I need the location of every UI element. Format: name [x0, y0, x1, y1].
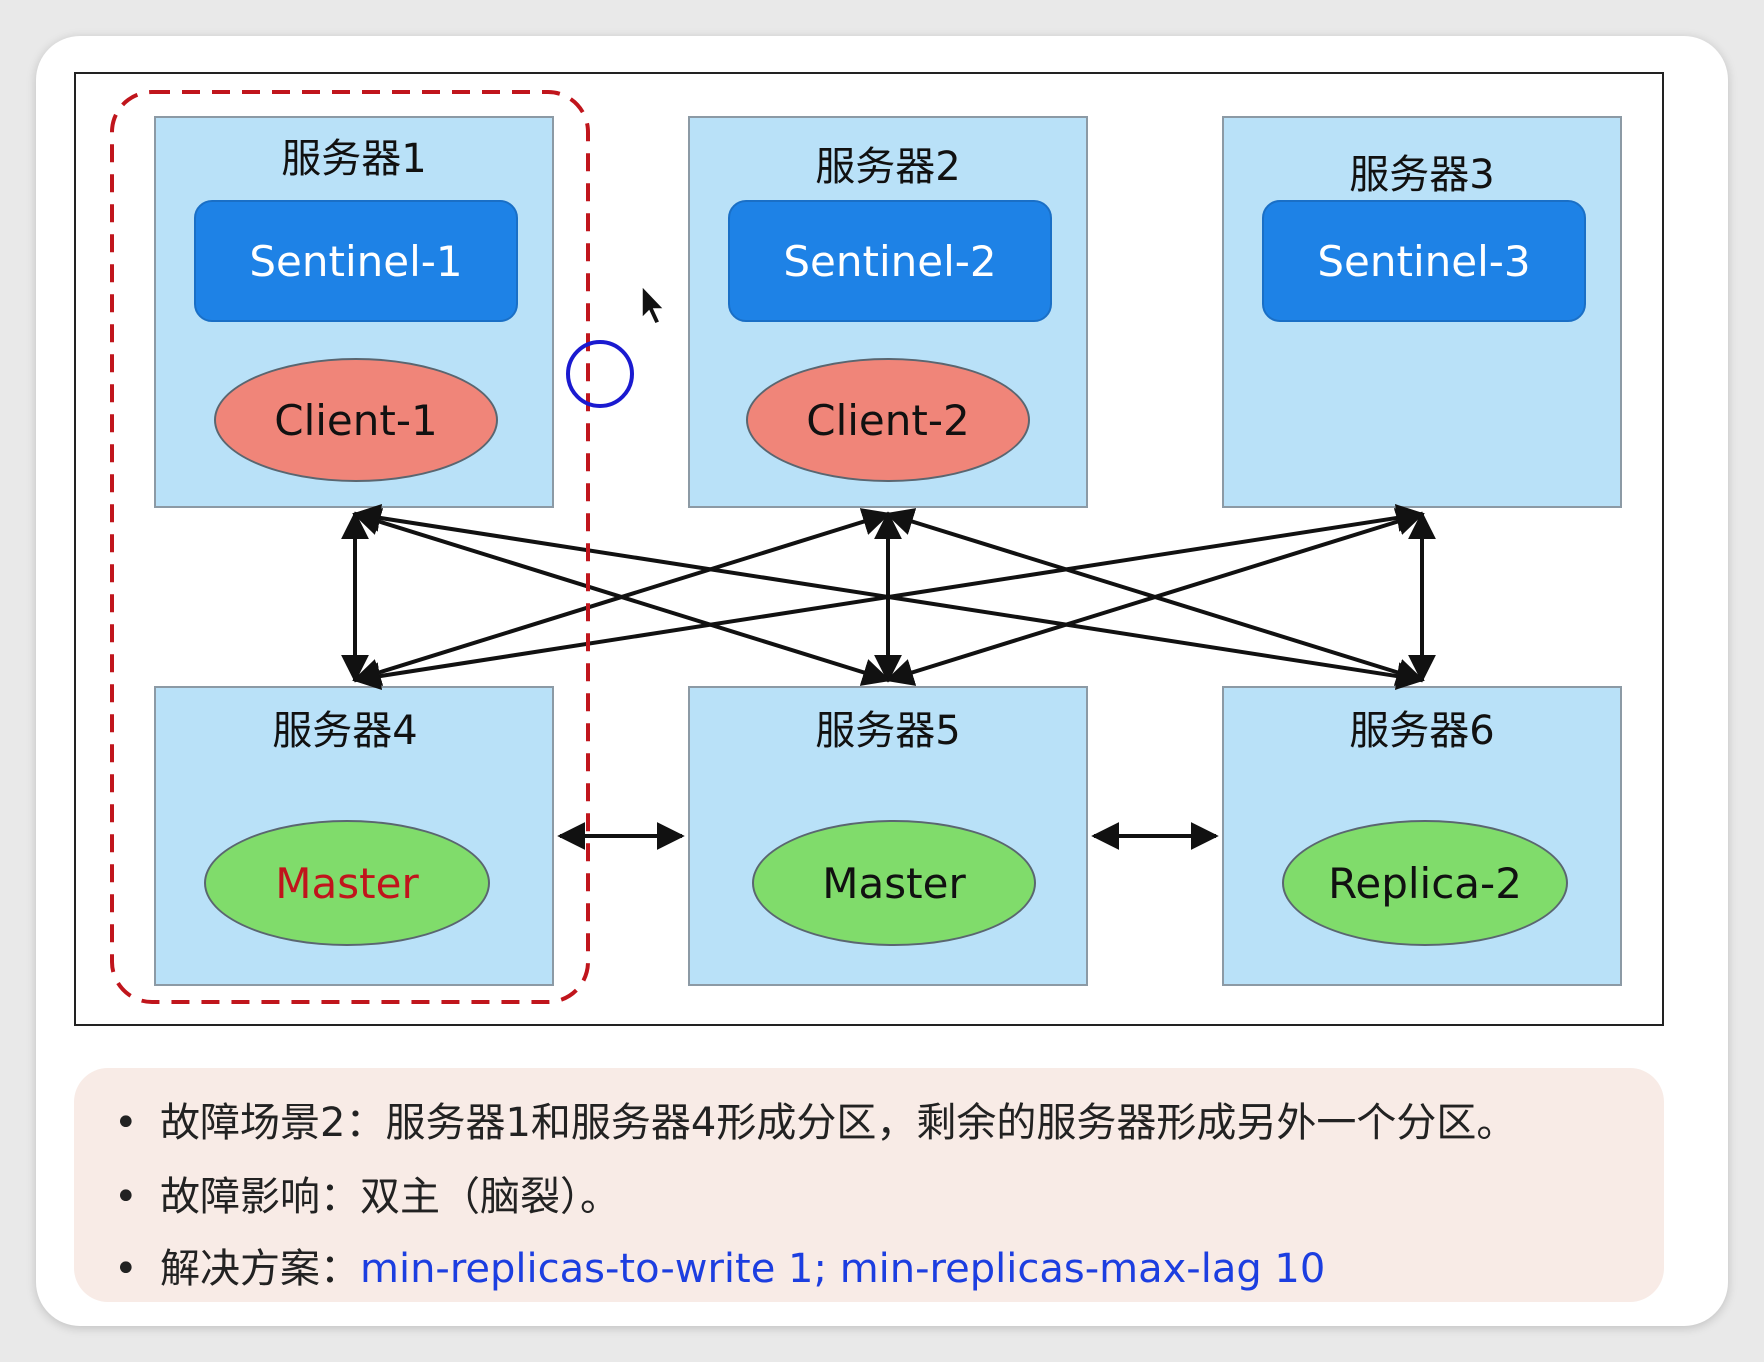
note-text: 故障影响：双主（脑裂）。: [160, 1174, 620, 1220]
notes-panel: • 故障场景2：服务器1和服务器4形成分区，剩余的服务器形成另外一个分区。 • 故障…: [74, 1068, 1664, 1302]
note-scenario: • 故障场景2：服务器1和服务器4形成分区，剩余的服务器形成另外一个分区。: [114, 1090, 1516, 1148]
cursor-ring: [566, 340, 634, 408]
note-label: 解决方案：: [160, 1246, 360, 1292]
connections-overlay: [110, 90, 1436, 1004]
cursor-arrow-icon: [641, 284, 666, 325]
bullet-icon: •: [114, 1174, 138, 1220]
partition-outline: [110, 90, 590, 1004]
note-text: 故障场景2：服务器1和服务器4形成分区，剩余的服务器形成另外一个分区。: [160, 1100, 1517, 1146]
solution-config: min-replicas-to-write 1; min-replicas-ma…: [360, 1246, 1326, 1292]
bullet-icon: •: [114, 1100, 138, 1146]
diagram-frame: 服务器1 Sentinel-1 Client-1 服务器2 Sentinel-2…: [74, 72, 1664, 1026]
note-impact: • 故障影响：双主（脑裂）。: [114, 1164, 620, 1222]
note-solution: • 解决方案：min-replicas-to-write 1; min-repli…: [114, 1236, 1325, 1294]
bullet-icon: •: [114, 1246, 138, 1292]
